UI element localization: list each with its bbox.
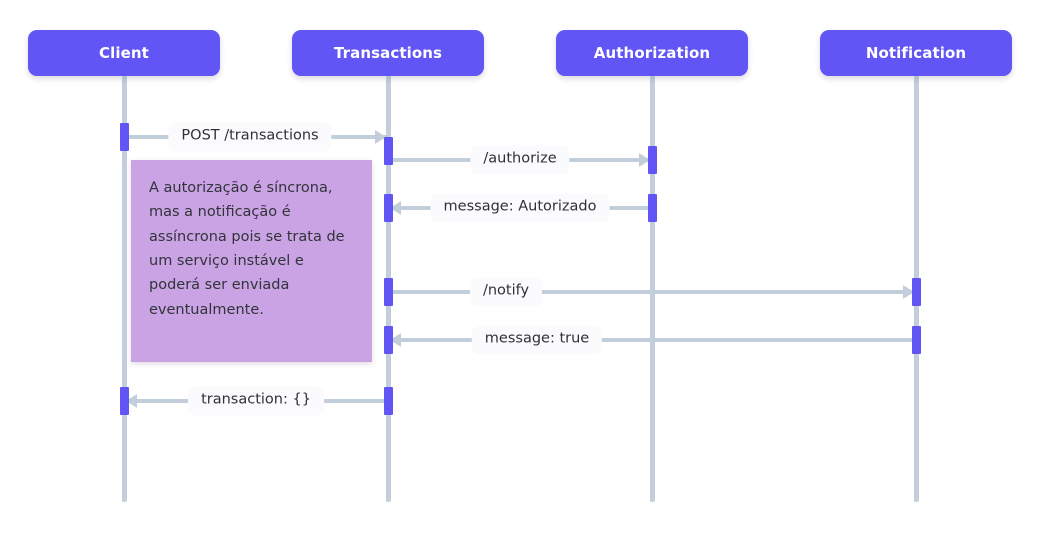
participant-label-client: Client <box>99 44 149 62</box>
message-label-0: POST /transactions <box>168 122 332 152</box>
message-line-3 <box>388 290 916 294</box>
activation-bar-transactions-5 <box>383 278 393 306</box>
activation-bar-transactions-7 <box>383 326 393 354</box>
message-label-5: transaction: {} <box>188 386 324 416</box>
activation-bar-authorization-4 <box>647 194 657 222</box>
lifeline-authorization <box>649 76 655 502</box>
message-line-4 <box>388 338 916 342</box>
participant-authorization[interactable]: Authorization <box>556 30 748 76</box>
participant-notification[interactable]: Notification <box>820 30 1012 76</box>
sequence-diagram: A autorização é síncrona, mas a notifica… <box>0 0 1041 545</box>
activation-bar-client-9 <box>119 387 129 415</box>
participant-label-authorization: Authorization <box>593 44 711 62</box>
participant-label-notification: Notification <box>865 44 967 62</box>
activation-bar-transactions-3 <box>383 194 393 222</box>
message-label-2: message: Autorizado <box>430 193 610 223</box>
activation-bar-client-0 <box>119 123 129 151</box>
diagram-note: A autorização é síncrona, mas a notifica… <box>131 160 372 362</box>
participant-transactions[interactable]: Transactions <box>292 30 484 76</box>
activation-bar-notification-6 <box>911 278 921 306</box>
activation-bar-notification-8 <box>911 326 921 354</box>
message-label-4: message: true <box>471 325 603 355</box>
participant-label-transactions: Transactions <box>333 44 443 62</box>
activation-bar-authorization-2 <box>647 146 657 174</box>
activation-bar-transactions-1 <box>383 137 393 165</box>
activation-bar-transactions-10 <box>383 387 393 415</box>
message-label-1: /authorize <box>470 145 570 175</box>
message-label-3: /notify <box>469 277 543 307</box>
participant-client[interactable]: Client <box>28 30 220 76</box>
